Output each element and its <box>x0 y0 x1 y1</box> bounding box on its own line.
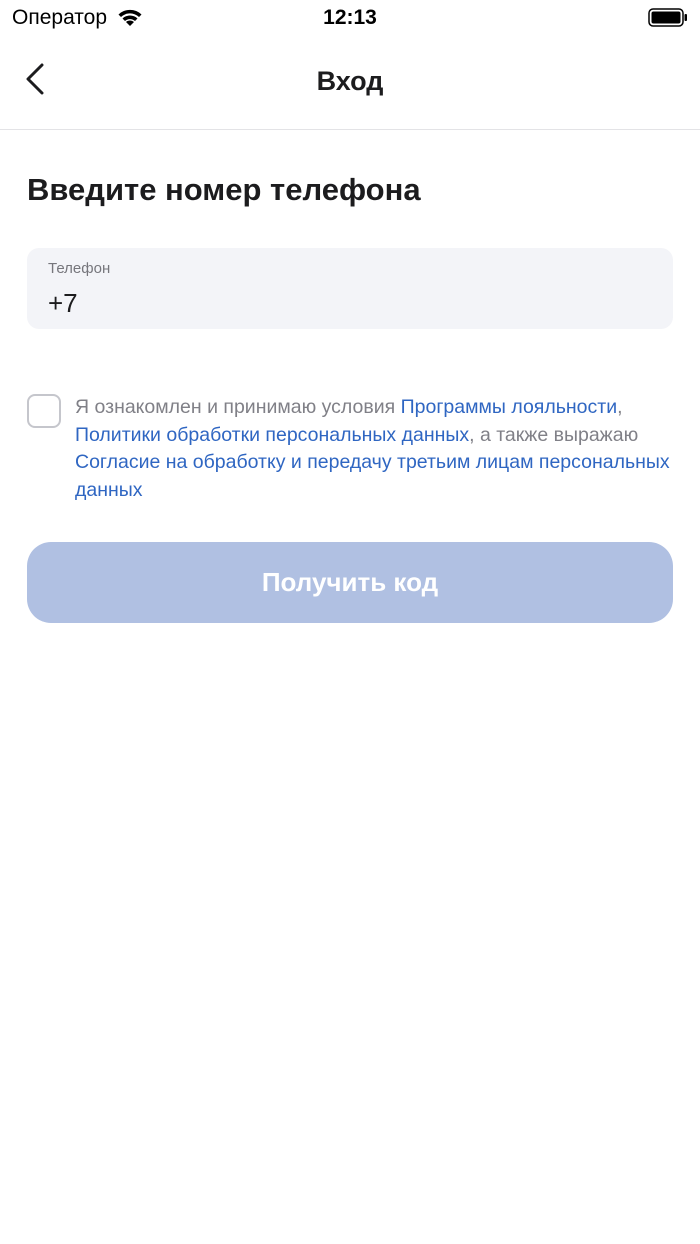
consent-text: Я ознакомлен и принимаю условия Программ… <box>75 394 673 504</box>
consent-text-separator: , <box>617 396 623 418</box>
phone-field-label: Телефон <box>48 260 111 277</box>
status-time: 12:13 <box>323 6 377 29</box>
phone-field[interactable]: Телефон <box>27 248 673 329</box>
battery-icon <box>648 8 688 27</box>
get-code-button[interactable]: Получить код <box>27 542 673 623</box>
data-consent-link[interactable]: Согласие на обработку и передачу третьим… <box>75 451 670 501</box>
page-title: Вход <box>316 66 384 96</box>
loyalty-program-link[interactable]: Программы лояльности <box>401 396 617 418</box>
status-bar: Оператор 12:13 <box>0 0 700 36</box>
privacy-policy-link[interactable]: Политики обработки персональных данных <box>75 424 469 446</box>
consent-checkbox[interactable] <box>27 394 61 428</box>
consent-text-part: , а также выражаю <box>469 423 639 446</box>
consent-text-part: Я ознакомлен и принимаю условия <box>75 396 401 418</box>
form-heading: Введите номер телефона <box>27 172 421 207</box>
phone-input[interactable] <box>48 286 648 320</box>
login-screen: Оператор 12:13 Вход Введите номер телефо… <box>0 0 700 1244</box>
nav-bar: Вход <box>0 36 700 130</box>
